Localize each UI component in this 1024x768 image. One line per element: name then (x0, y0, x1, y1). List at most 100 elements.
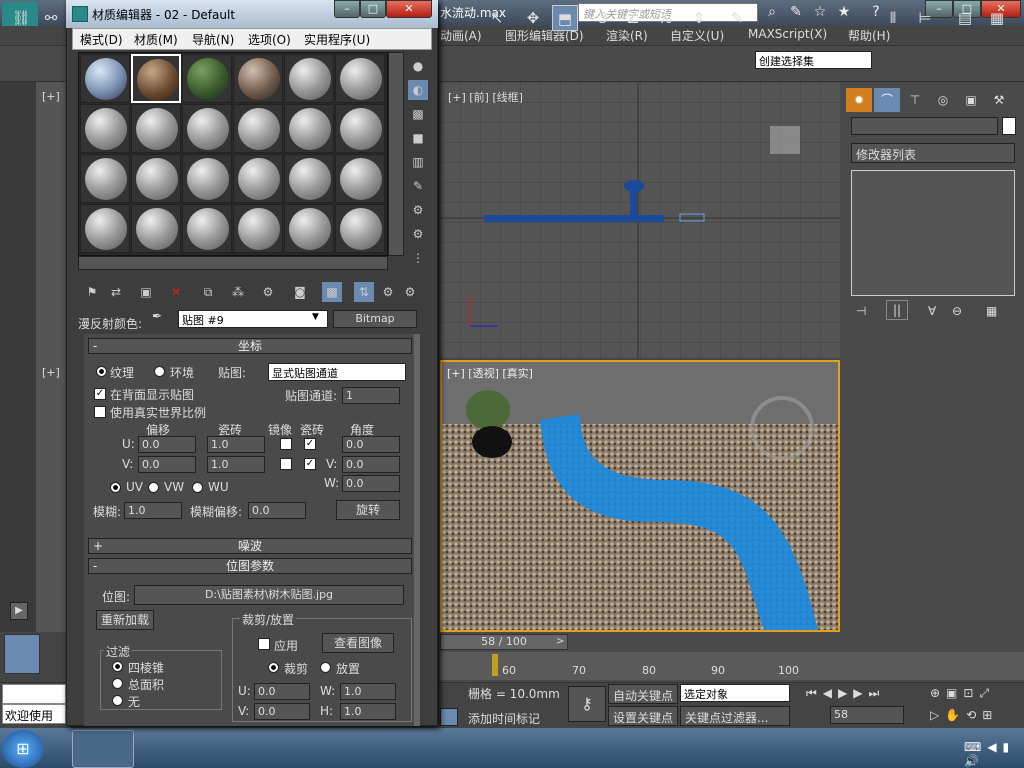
show-map-in-viewport-icon[interactable]: ▩ (322, 282, 342, 302)
pin-stack-icon[interactable]: ⊣ (856, 304, 866, 318)
front-viewport-label[interactable]: [+] [前] [线框] (448, 89, 523, 105)
crop-h-input[interactable]: 1.0 (340, 703, 396, 720)
reset-map-icon[interactable]: ✕ (166, 282, 186, 302)
binoculars-icon[interactable]: ⌕ (762, 3, 782, 22)
material-slot[interactable] (284, 204, 334, 253)
crop-w-input[interactable]: 1.0 (340, 683, 396, 700)
modify-tab-icon[interactable]: ⌒ (874, 88, 900, 112)
graphite-icon[interactable]: ▦ (984, 5, 1010, 31)
hierarchy-tab-icon[interactable]: ⊤ (902, 88, 928, 112)
eyedropper-icon[interactable]: ✒ (152, 309, 162, 323)
blur-offset-input[interactable]: 0.0 (248, 502, 306, 519)
viewport-layout-icon[interactable] (4, 634, 40, 674)
current-frame-input[interactable]: 58 (830, 706, 904, 724)
rotate-button[interactable]: 旋转 (336, 500, 400, 520)
auto-key-button[interactable]: 自动关键点 (608, 684, 678, 704)
make-unique-icon[interactable]: ∀ (928, 304, 936, 318)
v-mirror-checkbox[interactable] (280, 458, 292, 470)
show-end-result-icon[interactable]: || (886, 300, 908, 320)
material-slot[interactable] (182, 104, 232, 153)
video-color-check-icon[interactable]: ▥ (408, 152, 428, 172)
left-vp-plus-2[interactable]: [+] (42, 366, 60, 379)
u-mirror-checkbox[interactable] (280, 438, 292, 450)
med-menu-material[interactable]: 材质(M) (134, 31, 178, 48)
uv-radio[interactable] (110, 482, 121, 493)
spinner-snap-icon[interactable]: ⇕ (686, 5, 712, 31)
sample-type-icon[interactable]: ● (408, 56, 428, 76)
key-icon[interactable]: ✎ (786, 3, 806, 22)
material-slot[interactable] (80, 204, 130, 253)
material-slot[interactable] (233, 154, 283, 203)
texture-radio[interactable] (96, 366, 107, 377)
front-viewport[interactable] (440, 82, 840, 358)
material-slot[interactable] (182, 204, 232, 253)
favorite-icon[interactable]: ★ (834, 3, 854, 22)
angle-snap-icon[interactable]: ∠ (620, 5, 646, 31)
assign-to-selection-icon[interactable]: ▣ (136, 282, 156, 302)
taskbar-3dsmax-icon[interactable] (72, 730, 134, 768)
wu-radio[interactable] (192, 482, 203, 493)
summed-area-radio[interactable] (112, 678, 123, 689)
view-image-button[interactable]: 查看图像 (322, 633, 394, 653)
crop-u-input[interactable]: 0.0 (254, 683, 310, 700)
put-to-scene-icon[interactable]: ⇄ (106, 282, 126, 302)
track-bar[interactable] (440, 652, 1024, 680)
select-object-icon[interactable]: ↖ (484, 5, 510, 31)
med-maximize-button[interactable]: □ (360, 0, 386, 18)
bitmap-path-button[interactable]: D:\贴图素材\树木贴图.jpg (134, 585, 404, 605)
map-name-dropdown-arrow-icon[interactable]: ▼ (312, 312, 319, 322)
named-selection-set-dropdown[interactable]: 创建选择集 (755, 51, 872, 69)
v-angle-input[interactable]: 0.0 (342, 456, 400, 473)
viewport-nav-controls-2[interactable]: ▷✋⟲⊞ (930, 708, 998, 722)
material-slot[interactable] (80, 54, 130, 103)
med-menu-options[interactable]: 选项(O) (248, 31, 291, 48)
real-world-scale-checkbox[interactable] (94, 406, 106, 418)
menu-maxscript[interactable]: MAXScript(X) (748, 27, 827, 41)
get-material-icon[interactable]: ⚑ (82, 282, 102, 302)
material-slot[interactable] (284, 154, 334, 203)
material-slot[interactable] (131, 54, 181, 103)
material-slot[interactable] (182, 54, 232, 103)
create-tab-icon[interactable]: ✹ (846, 88, 872, 112)
motion-tab-icon[interactable]: ◎ (930, 88, 956, 112)
next-frame-icon[interactable]: > (556, 636, 564, 647)
u-tiling-input[interactable]: 1.0 (207, 436, 265, 453)
environ-radio[interactable] (154, 366, 165, 377)
blur-input[interactable]: 1.0 (124, 502, 182, 519)
w-angle-input[interactable]: 0.0 (342, 475, 400, 492)
sample-uv-tiling-icon[interactable]: ■ (408, 128, 428, 148)
go-to-parent-icon[interactable]: ⚙ (378, 282, 398, 302)
coordinates-rollout-header[interactable]: - 坐标 (88, 338, 412, 354)
show-map-on-back-checkbox[interactable]: ✓ (94, 388, 106, 400)
modifier-stack[interactable] (851, 170, 1015, 296)
u-tile-checkbox[interactable]: ✓ (304, 438, 316, 450)
tray-icons[interactable]: ⌨◀▮🔊 (964, 740, 1024, 768)
material-slot[interactable] (182, 154, 232, 203)
map-channel-input[interactable]: 1 (342, 387, 400, 404)
mirror-icon[interactable]: ⫴ (880, 5, 906, 31)
bitmap-params-rollout-header[interactable]: - 位图参数 (88, 558, 412, 574)
material-slot[interactable] (233, 54, 283, 103)
crop-radio[interactable] (268, 662, 279, 673)
background-icon[interactable]: ▩ (408, 104, 428, 124)
start-button[interactable]: ⊞ (2, 730, 44, 768)
put-to-library-icon[interactable]: ⚙ (258, 282, 278, 302)
material-id-icon[interactable]: ◙ (290, 282, 310, 302)
percent-snap-icon[interactable]: % (652, 5, 678, 31)
material-slot[interactable] (335, 154, 385, 203)
material-slot[interactable] (335, 104, 385, 153)
v-offset-input[interactable]: 0.0 (138, 456, 196, 473)
utilities-tab-icon[interactable]: ⚒ (986, 88, 1012, 112)
map-name-field[interactable]: 贴图 #9 (178, 310, 328, 328)
med-menu-mode[interactable]: 模式(D) (80, 31, 123, 48)
show-end-result-mat-icon[interactable]: ⇅ (354, 282, 374, 302)
v-tiling-input[interactable]: 1.0 (207, 456, 265, 473)
material-slot[interactable] (335, 54, 385, 103)
reference-coord-icon[interactable]: ⬒ (552, 5, 578, 31)
material-slot[interactable] (131, 154, 181, 203)
move-icon[interactable]: ✥ (520, 5, 546, 31)
perspective-viewport[interactable] (440, 360, 840, 632)
map-type-button[interactable]: Bitmap (333, 310, 417, 328)
add-time-tag[interactable]: 添加时间标记 (468, 710, 540, 727)
none-radio[interactable] (112, 695, 123, 706)
